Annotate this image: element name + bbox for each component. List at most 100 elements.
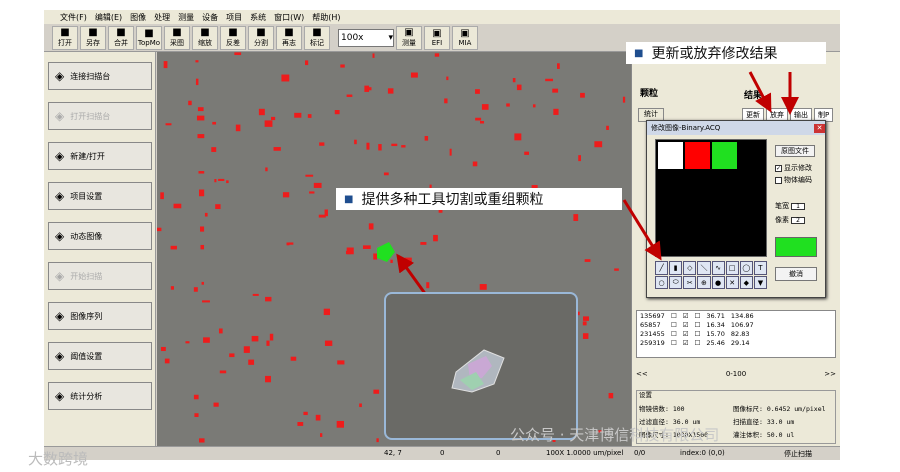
rect-icon[interactable]: □ bbox=[725, 261, 739, 275]
object-code-checkbox[interactable]: 物体编码 bbox=[775, 175, 812, 185]
color-cell[interactable] bbox=[712, 170, 737, 197]
menu-item[interactable]: 帮助(H) bbox=[312, 12, 340, 23]
dot-icon[interactable]: ● bbox=[711, 276, 725, 289]
left-nav-button[interactable]: ◈ 开始扫描 bbox=[48, 262, 152, 290]
table-row[interactable]: 259319 ☐ ☑ ☐ 25.46 29.14 bbox=[637, 338, 757, 347]
color-cell[interactable] bbox=[739, 227, 764, 254]
toolbar-button[interactable]: ■ 缩放 bbox=[192, 25, 218, 50]
polygon-icon[interactable]: ◇ bbox=[683, 261, 697, 275]
row-checkbox[interactable]: ☑ bbox=[680, 338, 692, 347]
ellipse-icon[interactable]: ◯ bbox=[739, 261, 753, 275]
diamond-icon[interactable]: ◆ bbox=[739, 276, 753, 289]
toolbar-button[interactable]: ■ 打开 bbox=[52, 25, 78, 50]
zoom-select[interactable]: 100x ▾ bbox=[338, 28, 394, 47]
color-cell[interactable] bbox=[739, 170, 764, 197]
color-cell[interactable] bbox=[739, 199, 764, 226]
undo-button[interactable]: 撤消 bbox=[775, 267, 817, 281]
row-checkbox[interactable]: ☑ bbox=[680, 311, 692, 320]
toolbar-button[interactable]: ■ 再志 bbox=[276, 25, 302, 50]
left-nav-button[interactable]: ◈ 图像序列 bbox=[48, 302, 152, 330]
menu-item[interactable]: 窗口(W) bbox=[274, 12, 304, 23]
row-checkbox[interactable]: ☐ bbox=[691, 311, 703, 320]
menu-item[interactable]: 测量 bbox=[178, 12, 194, 23]
table-row[interactable]: 135697 ☐ ☑ ☐ 36.71 134.86 bbox=[637, 311, 757, 320]
red-particle bbox=[472, 161, 478, 167]
label-color-grid[interactable] bbox=[655, 139, 767, 257]
toolbar-button[interactable]: ▣ MIA bbox=[452, 25, 478, 50]
row-checkbox[interactable]: ☑ bbox=[680, 329, 692, 338]
toolbar-button[interactable]: ▣ EFI bbox=[424, 25, 450, 50]
left-nav-button[interactable]: ◈ 阈值设置 bbox=[48, 342, 152, 370]
show-modify-checkbox[interactable]: ✓ 显示修改 bbox=[775, 163, 812, 173]
fill-icon[interactable]: ▮ bbox=[669, 261, 683, 275]
row-checkbox[interactable]: ☐ bbox=[691, 329, 703, 338]
left-nav-button[interactable]: ◈ 统计分析 bbox=[48, 382, 152, 410]
color-cell[interactable] bbox=[739, 142, 764, 169]
color-cell[interactable] bbox=[712, 142, 737, 169]
pixel-size[interactable]: 像素 2 bbox=[775, 215, 805, 225]
color-cell[interactable] bbox=[685, 142, 710, 169]
cut-icon[interactable]: ✂ bbox=[683, 276, 697, 289]
toolbar-button[interactable]: ■ 反差 bbox=[220, 25, 246, 50]
red-particle bbox=[199, 438, 205, 443]
left-nav-button[interactable]: ◈ 连接扫描台 bbox=[48, 62, 152, 90]
row-checkbox[interactable]: ☑ bbox=[680, 320, 692, 329]
table-row[interactable]: 65857 ☐ ☑ ☐ 16.34 106.97 bbox=[637, 320, 757, 329]
left-nav-button[interactable]: ◈ 打开扫描台 bbox=[48, 102, 152, 130]
red-particle bbox=[514, 133, 522, 141]
toolbar-button[interactable]: ■ 分割 bbox=[248, 25, 274, 50]
color-cell[interactable] bbox=[658, 199, 683, 226]
table-row[interactable]: 231455 ☐ ☑ ☐ 15.70 82.83 bbox=[637, 329, 757, 338]
orig-file-button[interactable]: 原图文件 bbox=[775, 145, 815, 157]
pager-prev[interactable]: << bbox=[636, 370, 648, 384]
close-icon[interactable]: ✕ bbox=[814, 123, 825, 133]
toolbar-button[interactable]: ■ 采图 bbox=[164, 25, 190, 50]
left-nav-button[interactable]: ◈ 项目设置 bbox=[48, 182, 152, 210]
settings-title: 设置 bbox=[639, 391, 652, 399]
red-particle bbox=[307, 114, 312, 118]
left-nav-label: 统计分析 bbox=[70, 391, 103, 401]
chevron-down-icon: ▾ bbox=[388, 32, 393, 43]
toolbar-button[interactable]: ▣ 测量 bbox=[396, 25, 422, 50]
menu-item[interactable]: 设备 bbox=[202, 12, 218, 23]
color-cell[interactable] bbox=[658, 227, 683, 254]
color-cell[interactable] bbox=[685, 227, 710, 254]
toolbar-button[interactable]: ■ TopMo bbox=[136, 25, 162, 50]
row-checkbox[interactable]: ☐ bbox=[668, 329, 680, 338]
toolbar-button[interactable]: ■ 标记 bbox=[304, 25, 330, 50]
color-cell[interactable] bbox=[712, 199, 737, 226]
color-cell[interactable] bbox=[685, 170, 710, 197]
line-icon[interactable]: ＼ bbox=[697, 261, 711, 275]
pager-next[interactable]: >> bbox=[824, 370, 836, 384]
text-icon[interactable]: T bbox=[753, 261, 767, 275]
color-cell[interactable] bbox=[658, 170, 683, 197]
color-cell[interactable] bbox=[658, 142, 683, 169]
left-nav-button[interactable]: ◈ 新建/打开 bbox=[48, 142, 152, 170]
toolbar-button[interactable]: ■ 合并 bbox=[108, 25, 134, 50]
row-checkbox[interactable]: ☐ bbox=[668, 320, 680, 329]
pen-width[interactable]: 笔宽 1 bbox=[775, 201, 805, 211]
color-cell[interactable] bbox=[685, 199, 710, 226]
selected-green-particle[interactable] bbox=[377, 242, 395, 262]
red-particle bbox=[213, 402, 219, 407]
merge-icon[interactable]: ⊕ bbox=[697, 276, 711, 289]
menu-item[interactable]: 编辑(E) bbox=[95, 12, 122, 23]
oval-icon[interactable]: ⬭ bbox=[669, 276, 683, 289]
menu-item[interactable]: 系统 bbox=[250, 12, 266, 23]
cross-icon[interactable]: ✕ bbox=[725, 276, 739, 289]
pen-icon[interactable]: ╱ bbox=[655, 261, 669, 275]
menu-item[interactable]: 文件(F) bbox=[60, 12, 87, 23]
menu-item[interactable]: 处理 bbox=[154, 12, 170, 23]
down-icon[interactable]: ▼ bbox=[753, 276, 767, 289]
menu-item[interactable]: 项目 bbox=[226, 12, 242, 23]
row-checkbox[interactable]: ☐ bbox=[691, 320, 703, 329]
circle-icon[interactable]: ○ bbox=[655, 276, 669, 289]
row-checkbox[interactable]: ☐ bbox=[691, 338, 703, 347]
left-nav-button[interactable]: ◈ 动态图像 bbox=[48, 222, 152, 250]
row-checkbox[interactable]: ☐ bbox=[668, 338, 680, 347]
toolbar-button[interactable]: ■ 另存 bbox=[80, 25, 106, 50]
curve-icon[interactable]: ∿ bbox=[711, 261, 725, 275]
menu-item[interactable]: 图像 bbox=[130, 12, 146, 23]
row-checkbox[interactable]: ☐ bbox=[668, 311, 680, 320]
color-cell[interactable] bbox=[712, 227, 737, 254]
